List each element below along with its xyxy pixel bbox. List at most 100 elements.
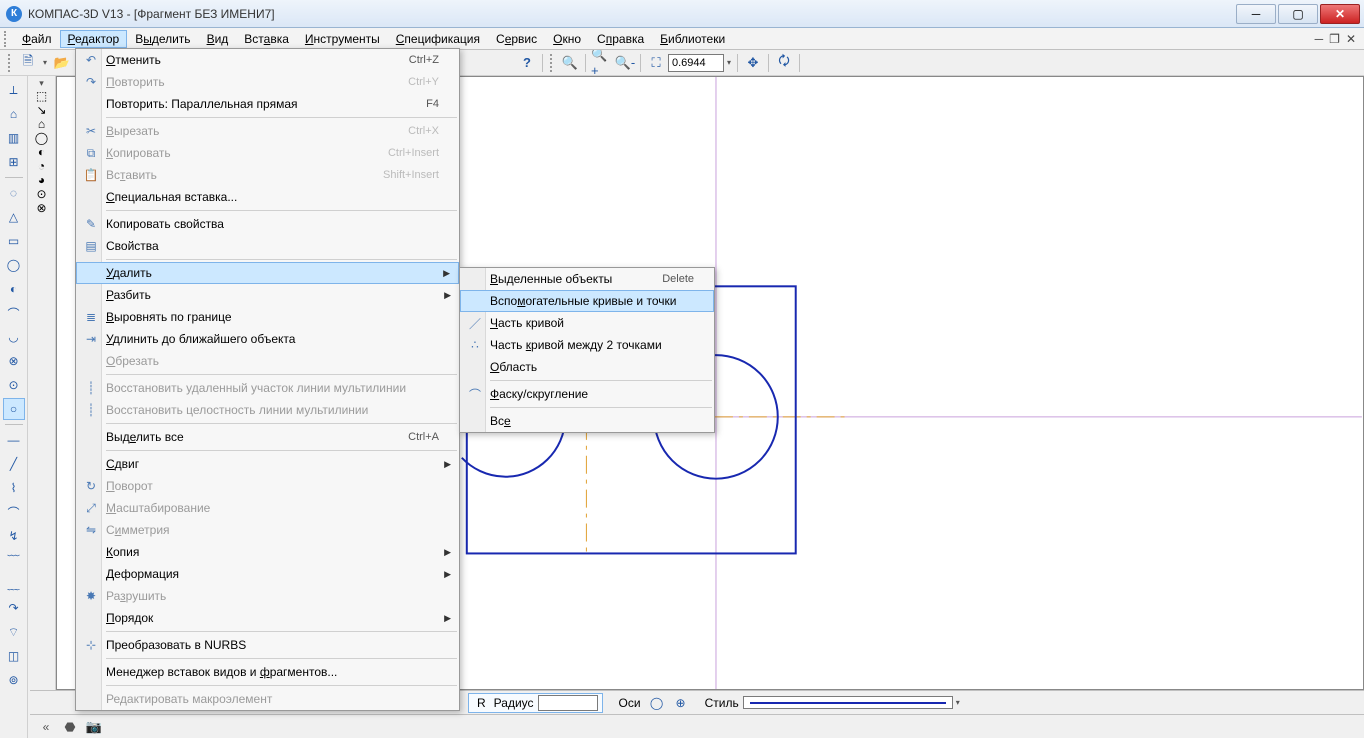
mdi-close[interactable]: ✕: [1346, 32, 1356, 46]
menu-item[interactable]: Деформация▶: [76, 563, 459, 585]
menu-item[interactable]: Менеджер вставок видов и фрагментов...: [76, 661, 459, 683]
menu-item[interactable]: ∴Часть кривой между 2 точками: [460, 334, 714, 356]
tool-icon[interactable]: ◔: [38, 159, 45, 173]
tool-icon[interactable]: ⊞: [3, 151, 25, 173]
menu-спецификация[interactable]: Спецификация: [388, 30, 488, 48]
toolbar-handle[interactable]: [8, 54, 12, 72]
refresh-icon[interactable]: 🗘: [773, 52, 795, 74]
menu-item[interactable]: Удалить▶: [76, 262, 459, 284]
menu-item[interactable]: Вспомогательные кривые и точки: [460, 290, 714, 312]
menu-item[interactable]: ／Часть кривой: [460, 312, 714, 334]
menu-item[interactable]: ▤Свойства: [76, 235, 459, 257]
menu-item[interactable]: ✎Копировать свойства: [76, 213, 459, 235]
tool-icon[interactable]: ▥: [3, 127, 25, 149]
menu-item[interactable]: ⊹Преобразовать в NURBS: [76, 634, 459, 656]
tool-icon[interactable]: ↯: [3, 525, 25, 547]
menu-инструменты[interactable]: Инструменты: [297, 30, 388, 48]
expand-icon[interactable]: «: [35, 717, 57, 737]
tool-icon[interactable]: ⌇: [3, 477, 25, 499]
toolbar-handle[interactable]: [4, 31, 8, 47]
tool-icon[interactable]: ↘: [36, 103, 46, 117]
axes-on-icon[interactable]: ⊕: [670, 693, 692, 713]
help-icon[interactable]: ?: [516, 52, 538, 74]
menu-item[interactable]: Порядок▶: [76, 607, 459, 629]
tool-icon[interactable]: ⊚: [3, 669, 25, 691]
new-doc-icon[interactable]: 🗎: [17, 52, 39, 74]
editor-menu[interactable]: ↶ОтменитьCtrl+Z↷ПовторитьCtrl+YПовторить…: [75, 48, 460, 711]
menu-item[interactable]: ⇥Удлинить до ближайшего объекта: [76, 328, 459, 350]
tool-icon[interactable]: ◯: [3, 254, 25, 276]
tool-icon[interactable]: ﹏: [3, 573, 25, 595]
dropdown-icon[interactable]: ▾: [953, 692, 963, 714]
menu-item[interactable]: Копия▶: [76, 541, 459, 563]
tool-icon[interactable]: ◡: [3, 326, 25, 348]
menu-сервис[interactable]: Сервис: [488, 30, 545, 48]
menu-item[interactable]: Специальная вставка...: [76, 186, 459, 208]
tool-icon[interactable]: ⌒: [3, 501, 25, 523]
tool-icon[interactable]: ◯: [35, 131, 48, 145]
tool-icon[interactable]: ⊗: [3, 350, 25, 372]
menu-item[interactable]: ≣Выровнять по границе: [76, 306, 459, 328]
menu-item[interactable]: Область: [460, 356, 714, 378]
menu-item[interactable]: Выделенные объектыDelete: [460, 268, 714, 290]
menu-справка[interactable]: Справка: [589, 30, 652, 48]
open-icon[interactable]: 📂: [51, 52, 73, 74]
menu-библиотеки[interactable]: Библиотеки: [652, 30, 733, 48]
menu-окно[interactable]: Окно: [545, 30, 589, 48]
menu-редактор[interactable]: Редактор: [60, 30, 128, 48]
expand-icon[interactable]: ▾: [39, 78, 44, 89]
tool-icon[interactable]: ⊗: [36, 201, 46, 215]
menu-item[interactable]: Разбить▶: [76, 284, 459, 306]
dropdown-icon[interactable]: ▾: [724, 52, 734, 74]
tool-icon[interactable]: △: [3, 206, 25, 228]
zoom-out-icon[interactable]: 🔍-: [614, 52, 636, 74]
tool-icon[interactable]: ⊙: [3, 374, 25, 396]
pan-icon[interactable]: ✥: [742, 52, 764, 74]
line-style-selector[interactable]: [743, 696, 953, 709]
tool-icon[interactable]: ╱: [3, 453, 25, 475]
radius-input[interactable]: [538, 695, 598, 711]
menu-item[interactable]: Все: [460, 410, 714, 432]
stop-icon[interactable]: ⬣: [59, 717, 81, 737]
tool-icon[interactable]: ⌒: [3, 302, 25, 324]
tool-icon[interactable]: ⬚: [36, 89, 47, 103]
tool-icon[interactable]: —: [3, 429, 25, 451]
tool-icon[interactable]: ⌂: [3, 103, 25, 125]
tool-icon[interactable]: ↷: [3, 597, 25, 619]
menu-вставка[interactable]: Вставка: [236, 30, 297, 48]
mdi-restore[interactable]: ❐: [1329, 32, 1340, 46]
tool-icon[interactable]: ◐: [38, 145, 45, 159]
menu-выделить[interactable]: Выделить: [127, 30, 198, 48]
menu-item[interactable]: Повторить: Параллельная прямаяF4: [76, 93, 459, 115]
menu-item[interactable]: ↶ОтменитьCtrl+Z: [76, 49, 459, 71]
menu-вид[interactable]: Вид: [199, 30, 237, 48]
tool-icon[interactable]: ⌔: [3, 621, 25, 643]
toolbar-handle[interactable]: [550, 54, 554, 72]
tool-icon[interactable]: ⟂: [3, 79, 25, 101]
delete-submenu[interactable]: Выделенные объектыDeleteВспомогательные …: [459, 267, 715, 433]
axes-off-icon[interactable]: ◯: [646, 693, 668, 713]
menu-item[interactable]: ⌒Фаску/скругление: [460, 383, 714, 405]
minimize-button[interactable]: ─: [1236, 4, 1276, 24]
tool-icon[interactable]: ◌: [3, 182, 25, 204]
tool-icon[interactable]: ⊙: [36, 187, 46, 201]
dropdown-icon[interactable]: ▾: [40, 52, 50, 74]
tool-icon[interactable]: ⌂: [38, 117, 45, 131]
tool-icon[interactable]: ◐: [3, 278, 25, 300]
tool-icon[interactable]: ○: [3, 398, 25, 420]
tool-icon[interactable]: ﹋: [3, 549, 25, 571]
mdi-minimize[interactable]: ─: [1315, 32, 1324, 46]
menu-файл[interactable]: Файл: [14, 30, 60, 48]
tool-icon[interactable]: ◕: [38, 173, 45, 187]
camera-icon[interactable]: 📷: [83, 717, 105, 737]
zoom-in-icon[interactable]: 🔍+: [590, 52, 612, 74]
menu-item[interactable]: Выделить всеCtrl+A: [76, 426, 459, 448]
tool-icon[interactable]: ◫: [3, 645, 25, 667]
zoom-value[interactable]: [668, 54, 724, 72]
close-button[interactable]: ✕: [1320, 4, 1360, 24]
zoom-fit-icon[interactable]: ⛶: [645, 52, 667, 74]
zoom-window-icon[interactable]: 🔍: [559, 52, 581, 74]
tool-icon[interactable]: ▭: [3, 230, 25, 252]
maximize-button[interactable]: ▢: [1278, 4, 1318, 24]
menu-item[interactable]: Сдвиг▶: [76, 453, 459, 475]
